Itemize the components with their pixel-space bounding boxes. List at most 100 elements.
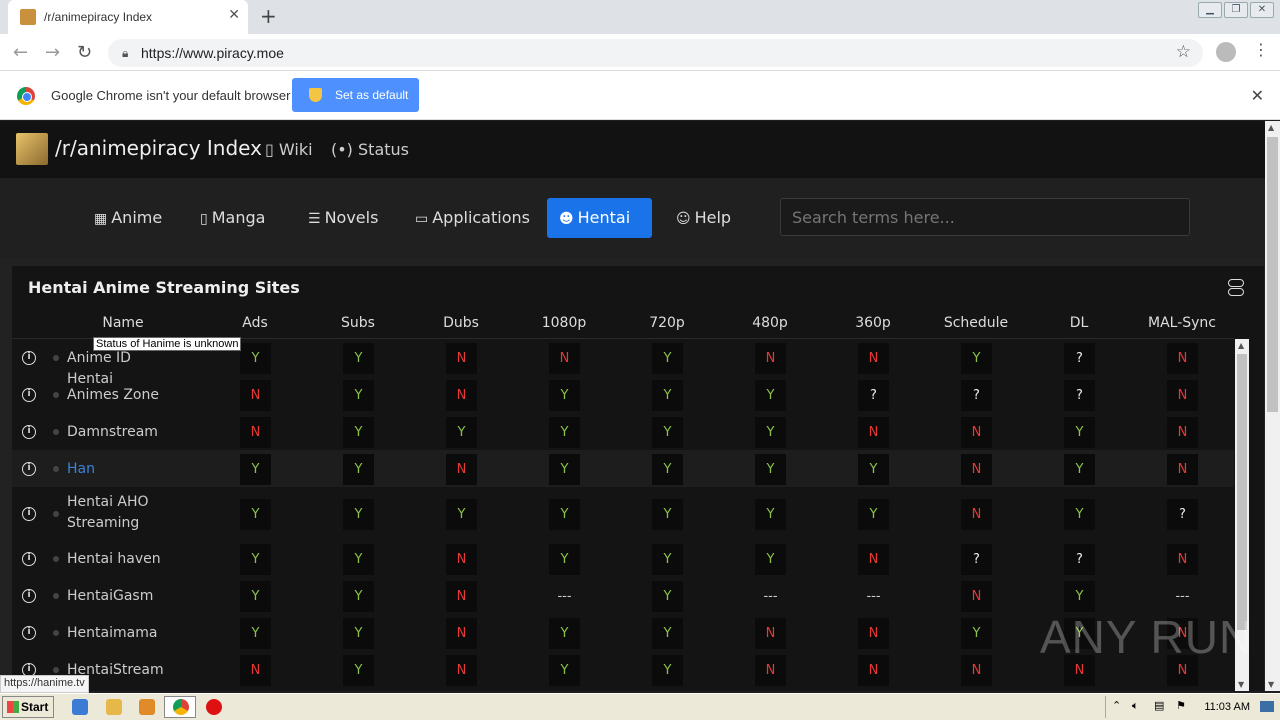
scroll-up-icon[interactable]: ▲ bbox=[1238, 341, 1244, 350]
opera-icon[interactable] bbox=[206, 699, 222, 715]
nav-anime[interactable]: ▦ Anime bbox=[82, 198, 174, 238]
cell-720p: Y bbox=[652, 498, 683, 530]
table-row[interactable]: i Hentai haven Y Y N Y Y Y N?? N bbox=[12, 540, 1234, 577]
site-name[interactable]: HentaiGasm bbox=[67, 586, 167, 607]
nav-novels[interactable]: ☰ Novels bbox=[296, 198, 390, 238]
reload-icon[interactable]: ↻ bbox=[77, 42, 92, 63]
wiki-link[interactable]: ▯ Wiki bbox=[265, 140, 313, 159]
scroll-down-icon[interactable]: ▼ bbox=[1238, 680, 1244, 689]
forward-icon[interactable]: → bbox=[45, 42, 60, 63]
column-header-3[interactable]: Dubs bbox=[401, 315, 521, 331]
column-header-10[interactable]: MAL-Sync bbox=[1122, 315, 1242, 331]
cell-1080p: Y bbox=[549, 654, 580, 686]
info-icon[interactable]: i bbox=[22, 506, 36, 521]
system-tray: ⌃ 🔈︎ ▤ ⚑ 11:03 AM bbox=[1105, 696, 1280, 718]
restore-icon[interactable]: ❐ bbox=[1224, 2, 1248, 18]
flag-icon[interactable]: ⚑ bbox=[1176, 699, 1186, 712]
column-header-2[interactable]: Subs bbox=[298, 315, 418, 331]
column-header-7[interactable]: 360p bbox=[813, 315, 933, 331]
site-name[interactable]: Damnstream bbox=[67, 422, 167, 443]
search-input[interactable] bbox=[780, 198, 1190, 236]
site-name[interactable]: Hentai haven bbox=[67, 549, 167, 570]
site-name[interactable]: Han bbox=[67, 459, 167, 480]
info-icon[interactable]: i bbox=[22, 588, 36, 603]
column-header-5[interactable]: 720p bbox=[607, 315, 727, 331]
nav-manga[interactable]: ▯ Manga bbox=[188, 198, 277, 238]
info-icon[interactable]: i bbox=[22, 625, 36, 640]
set-as-default-button[interactable]: Set as default bbox=[292, 78, 419, 112]
cell-ads: N bbox=[240, 416, 271, 448]
profile-avatar-icon[interactable] bbox=[1216, 42, 1236, 62]
tray-expand-icon[interactable]: ⌃ bbox=[1112, 699, 1121, 712]
chrome-logo-icon bbox=[17, 87, 35, 105]
site-name[interactable]: Hentaimama bbox=[67, 623, 167, 644]
info-icon[interactable]: i bbox=[22, 461, 36, 476]
column-header-8[interactable]: Schedule bbox=[916, 315, 1036, 331]
clock: 11:03 AM bbox=[1204, 701, 1250, 713]
table-row[interactable]: i Animes Zone N Y N Y Y Y??? N bbox=[12, 376, 1234, 413]
back-icon[interactable]: ← bbox=[13, 42, 28, 63]
cell-schedule: N bbox=[961, 453, 992, 485]
window-controls: ▁ ❐ ✕ bbox=[1198, 2, 1274, 18]
page-scroll-up-icon[interactable]: ▲ bbox=[1268, 123, 1274, 132]
table-row[interactable]: i Hentai AHO Streaming Y Y Y Y Y Y Y N Y? bbox=[12, 487, 1234, 540]
site-name[interactable]: Animes Zone bbox=[67, 385, 167, 406]
cell-ads: N bbox=[240, 654, 271, 686]
cell-subs: Y bbox=[343, 543, 374, 575]
lock-icon: 🔒︎ bbox=[122, 46, 129, 60]
cell-1080p: Y bbox=[549, 416, 580, 448]
page-scroll-thumb[interactable] bbox=[1267, 137, 1278, 412]
address-bar[interactable]: 🔒︎ https://www.piracy.moe ☆ bbox=[108, 39, 1203, 67]
close-tab-icon[interactable]: ✕ bbox=[228, 7, 240, 23]
minimize-icon[interactable]: ▁ bbox=[1198, 2, 1222, 18]
site-logo[interactable] bbox=[16, 133, 48, 165]
site-name[interactable]: Hentai AHO Streaming bbox=[67, 492, 167, 534]
infobar-close-icon[interactable]: ✕ bbox=[1251, 86, 1264, 105]
cell-ads: Y bbox=[240, 543, 271, 575]
cell-dl: ? bbox=[1064, 342, 1095, 374]
cell-720p: Y bbox=[652, 416, 683, 448]
chrome-taskbar-button[interactable] bbox=[164, 696, 196, 718]
start-button[interactable]: Start bbox=[2, 696, 54, 718]
cell-720p: Y bbox=[652, 617, 683, 649]
network-icon[interactable]: ▤ bbox=[1154, 699, 1164, 712]
page-scroll-down-icon[interactable]: ▼ bbox=[1268, 680, 1274, 689]
info-icon[interactable]: i bbox=[22, 387, 36, 402]
new-tab-button[interactable]: + bbox=[260, 4, 277, 28]
info-icon[interactable]: i bbox=[22, 551, 36, 566]
table-row[interactable]: i Han Y Y N Y Y Y Y N Y N bbox=[12, 450, 1234, 487]
status-dot-icon bbox=[53, 666, 59, 673]
folder-icon[interactable] bbox=[106, 699, 122, 715]
ie-icon[interactable] bbox=[72, 699, 88, 715]
toggle-columns-icon[interactable] bbox=[1228, 279, 1244, 297]
page-scrollbar[interactable]: ▲ ▼ bbox=[1265, 121, 1280, 691]
url-text[interactable]: https://www.piracy.moe bbox=[141, 45, 284, 61]
info-icon[interactable]: i bbox=[22, 350, 36, 365]
table-row[interactable]: i Damnstream N Y Y Y Y Y N N Y N bbox=[12, 413, 1234, 450]
chrome-menu-icon[interactable]: ⋮ bbox=[1253, 40, 1269, 59]
column-header-9[interactable]: DL bbox=[1019, 315, 1139, 331]
info-icon[interactable]: i bbox=[22, 424, 36, 439]
column-header-0[interactable]: Name bbox=[63, 315, 183, 331]
status-link[interactable]: (•) Status bbox=[331, 140, 409, 159]
column-header-1[interactable]: Ads bbox=[195, 315, 315, 331]
nav-help[interactable]: ☺ Help bbox=[664, 198, 743, 238]
column-header-4[interactable]: 1080p bbox=[504, 315, 624, 331]
status-dot-icon bbox=[53, 555, 59, 562]
browser-tab[interactable]: /r/animepiracy Index ✕ bbox=[8, 0, 248, 34]
table-row[interactable]: i HentaiGasm Y Y N --- Y --- --- N Y --- bbox=[12, 577, 1234, 614]
cell-mal-sync: --- bbox=[1175, 588, 1190, 604]
nav-hentai[interactable]: ☻ Hentai bbox=[547, 198, 652, 238]
site-title[interactable]: /r/animepiracy Index bbox=[55, 136, 262, 160]
column-header-6[interactable]: 480p bbox=[710, 315, 830, 331]
cell-480p: Y bbox=[755, 416, 786, 448]
bookmark-star-icon[interactable]: ☆ bbox=[1176, 42, 1191, 62]
close-window-icon[interactable]: ✕ bbox=[1250, 2, 1274, 18]
show-desktop-icon[interactable] bbox=[1260, 701, 1274, 712]
media-player-icon[interactable] bbox=[139, 699, 155, 715]
cell-schedule: N bbox=[961, 498, 992, 530]
cell-mal-sync: N bbox=[1167, 416, 1198, 448]
volume-icon[interactable]: 🔈︎ bbox=[1132, 699, 1139, 713]
nav-applications[interactable]: ▭ Applications bbox=[403, 198, 542, 238]
table-scroll-thumb[interactable] bbox=[1237, 354, 1247, 630]
